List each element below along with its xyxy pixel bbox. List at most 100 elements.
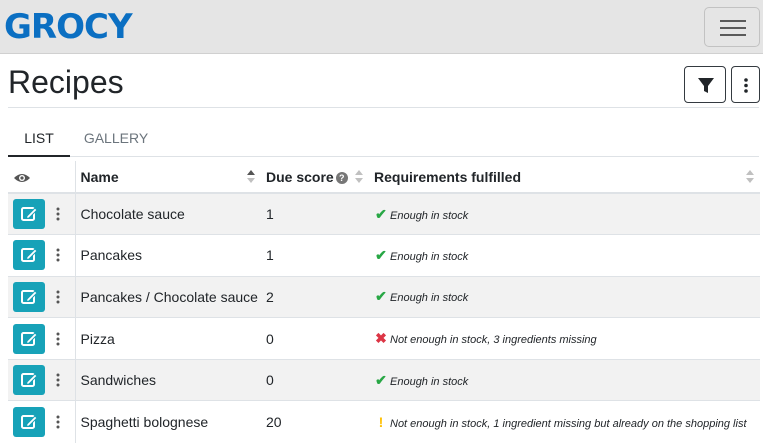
sort-icon <box>355 170 363 184</box>
due-score-value: 0 <box>266 372 274 389</box>
edit-button[interactable] <box>13 365 45 396</box>
ellipsis-vertical-icon <box>56 290 60 304</box>
requirements-cell: ✔ Enough in stock <box>369 275 760 318</box>
recipe-name[interactable]: Pizza <box>81 331 115 347</box>
recipe-name[interactable]: Sandwiches <box>81 372 157 388</box>
due-score-cell: 0 <box>261 358 369 401</box>
status-ok-icon: ✔ <box>375 246 387 263</box>
ellipsis-vertical-icon <box>56 332 60 346</box>
due-score-value: 20 <box>266 414 282 431</box>
table-row[interactable]: Pancakes / Chocolate sauce 2 ✔ Enough in st… <box>8 275 760 318</box>
requirements-cell: ✔ Enough in stock <box>369 192 760 235</box>
recipe-name-cell: Pancakes <box>75 234 261 277</box>
status-ok-icon: ✔ <box>375 205 387 222</box>
more-options-button[interactable] <box>731 66 760 103</box>
recipe-name[interactable]: Spaghetti bolognese <box>81 414 209 430</box>
recipe-name[interactable]: Pancakes / Chocolate sauce <box>81 289 258 305</box>
ellipsis-vertical-icon <box>56 373 60 387</box>
hamburger-line <box>720 20 746 22</box>
edit-button[interactable] <box>13 240 45 271</box>
edit-icon <box>21 248 38 263</box>
table-row[interactable]: Sandwiches 0 ✔ Enough in stock <box>8 358 760 401</box>
table-row[interactable]: Pizza 0 ✖ Not enough in stock, 3 ingredient… <box>8 317 760 360</box>
table-row[interactable]: Chocolate sauce 1 ✔ Enough in stock <box>8 192 760 235</box>
column-visibility-header[interactable] <box>8 161 76 194</box>
edit-icon <box>21 373 38 388</box>
requirements-text: Enough in stock <box>390 250 469 263</box>
filter-icon <box>698 78 714 93</box>
name-column-header[interactable]: Name <box>75 161 261 194</box>
edit-icon <box>21 207 38 222</box>
recipe-name-cell: Pancakes / Chocolate sauce <box>75 275 261 318</box>
ellipsis-vertical-icon <box>744 78 748 93</box>
name-header-label: Name <box>80 168 119 185</box>
edit-button[interactable] <box>13 281 45 312</box>
table-row[interactable]: Spaghetti bolognese 20! Not enough in stoc… <box>8 400 760 443</box>
row-more-button[interactable] <box>45 282 71 312</box>
due-score-cell: 1 <box>261 234 369 277</box>
row-more-button[interactable] <box>45 365 71 395</box>
edit-icon <box>21 289 38 304</box>
requirements-text: Enough in stock <box>390 292 469 305</box>
row-actions-cell <box>8 192 76 235</box>
requirements-cell: ✖ Not enough in stock, 3 ingredients miss… <box>369 317 760 360</box>
requirements-cell: ! Not enough in stock, 1 ingredient missi… <box>369 400 760 443</box>
table-header-row: Name Due score? Requirements fulfilled <box>8 161 760 194</box>
row-more-button[interactable] <box>45 324 71 354</box>
requirements-header-label: Requirements fulfilled <box>374 168 522 185</box>
due-score-value: 1 <box>266 206 274 223</box>
requirements-text: Not enough in stock, 1 ingredient missin… <box>390 418 747 431</box>
edit-icon <box>21 415 38 430</box>
requirements-cell: ✔ Enough in stock <box>369 234 760 277</box>
recipe-name-cell: Sandwiches <box>75 358 261 401</box>
app-logo[interactable]: GROCY <box>4 7 133 47</box>
recipe-name[interactable]: Chocolate sauce <box>81 206 185 222</box>
status-ok-icon: ✔ <box>375 371 387 388</box>
eye-icon[interactable] <box>13 172 31 184</box>
due-score-value: 2 <box>266 288 274 305</box>
due-score-value: 0 <box>266 330 274 347</box>
requirements-cell: ✔ Enough in stock <box>369 358 760 401</box>
row-more-button[interactable] <box>45 407 71 437</box>
view-tabs: LIST GALLERY <box>8 120 759 157</box>
row-more-button[interactable] <box>45 199 71 229</box>
recipe-name-cell: Chocolate sauce <box>75 192 261 235</box>
status-ok-icon: ✔ <box>375 288 387 305</box>
requirements-text: Enough in stock <box>390 209 469 222</box>
tab-gallery[interactable]: GALLERY <box>80 120 152 157</box>
requirements-column-header[interactable]: Requirements fulfilled <box>369 161 760 194</box>
hamburger-line <box>720 27 746 29</box>
due-score-column-header[interactable]: Due score? <box>261 161 369 194</box>
ellipsis-vertical-icon <box>56 207 60 221</box>
edit-button[interactable] <box>13 407 45 438</box>
edit-button[interactable] <box>13 323 45 354</box>
recipes-table: Name Due score? Requirements fulfilled C… <box>8 161 760 443</box>
sort-icon <box>247 170 255 184</box>
recipe-name-cell: Spaghetti bolognese <box>75 400 261 443</box>
ellipsis-vertical-icon <box>56 248 60 262</box>
due-score-value: 1 <box>266 247 274 264</box>
row-actions-cell <box>8 234 76 277</box>
tab-list[interactable]: LIST <box>8 120 70 157</box>
hamburger-line <box>720 34 746 36</box>
due-score-cell: 1 <box>261 192 369 235</box>
sort-icon <box>746 170 754 184</box>
row-more-button[interactable] <box>45 240 71 270</box>
status-bad-icon: ✖ <box>375 330 387 347</box>
due-score-cell: 0 <box>261 317 369 360</box>
ellipsis-vertical-icon <box>56 415 60 429</box>
row-actions-cell <box>8 358 76 401</box>
row-actions-cell <box>8 400 76 443</box>
status-warn-icon: ! <box>378 414 384 431</box>
table-row[interactable]: Pancakes 1 ✔ Enough in stock <box>8 234 760 277</box>
due-score-cell: 20 <box>261 400 369 443</box>
due-score-header-label: Due score <box>266 168 334 185</box>
page-title: Recipes <box>8 64 124 100</box>
menu-toggle-button[interactable] <box>704 7 760 47</box>
filter-button[interactable] <box>684 66 726 103</box>
edit-icon <box>21 331 38 346</box>
requirements-text: Enough in stock <box>390 375 469 388</box>
recipe-name[interactable]: Pancakes <box>81 247 142 263</box>
edit-button[interactable] <box>13 199 45 230</box>
help-icon[interactable]: ? <box>335 171 348 184</box>
